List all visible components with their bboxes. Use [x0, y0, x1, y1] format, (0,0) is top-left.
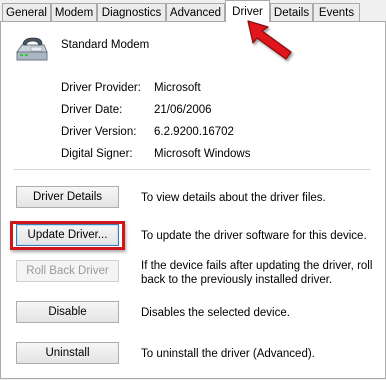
disable-button[interactable]: Disable	[16, 301, 119, 323]
red-arrow-icon	[247, 20, 292, 60]
digital-signer-label: Digital Signer:	[61, 148, 133, 160]
driver-date-value: 21/06/2006	[154, 104, 212, 116]
uninstall-button[interactable]: Uninstall	[16, 342, 119, 364]
modem-icon	[16, 37, 48, 61]
driver-date-label: Driver Date:	[61, 104, 123, 116]
update-driver-button[interactable]: Update Driver...	[16, 224, 119, 246]
roll-back-driver-button[interactable]: Roll Back Driver	[16, 260, 119, 282]
roll-back-driver-description: If the device fails after updating the d…	[141, 260, 373, 286]
digital-signer-value: Microsoft Windows	[154, 148, 251, 160]
driver-details-description: To view details about the driver files.	[141, 192, 326, 204]
update-driver-description: To update the driver software for this d…	[141, 230, 367, 242]
driver-version-label: Driver Version:	[61, 126, 137, 138]
device-name: Standard Modem	[61, 39, 150, 51]
disable-description: Disables the selected device.	[141, 307, 290, 319]
driver-panel-content: Standard Modem Driver Provider: Microsof…	[0, 0, 386, 380]
driver-provider-value: Microsoft	[154, 82, 201, 94]
divider	[14, 169, 370, 170]
uninstall-description: To uninstall the driver (Advanced).	[141, 348, 315, 360]
driver-provider-label: Driver Provider:	[61, 82, 141, 94]
driver-version-value: 6.2.9200.16702	[154, 126, 234, 138]
driver-details-button[interactable]: Driver Details	[16, 186, 119, 208]
